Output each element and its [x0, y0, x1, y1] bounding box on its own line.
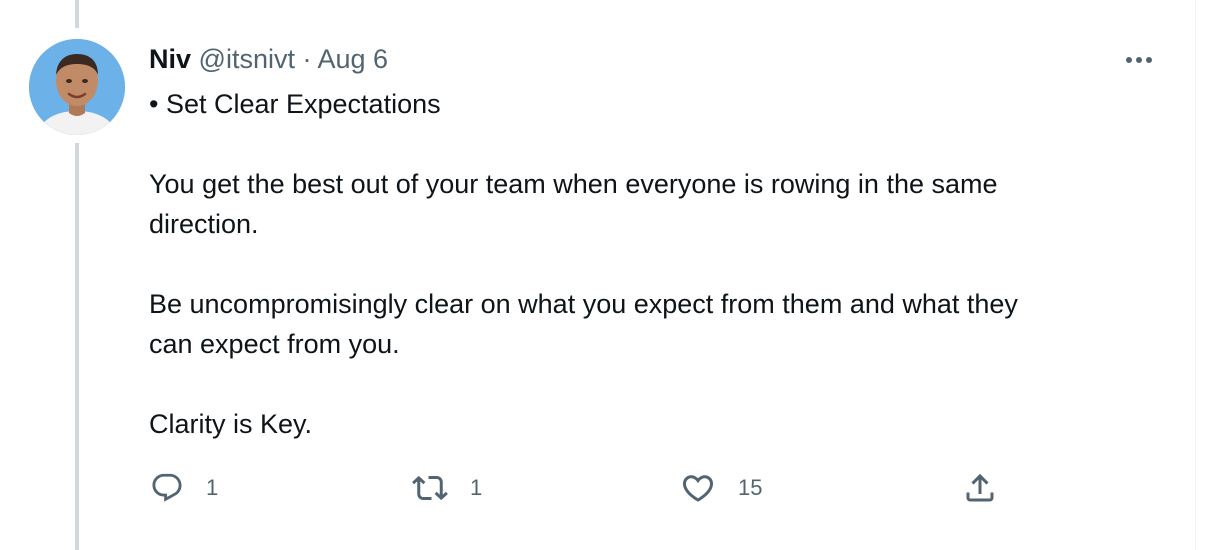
tweet-paragraph: Be uncompromisingly clear on what you ex… [149, 284, 1159, 364]
share-icon [966, 473, 994, 502]
thread-line-top [75, 0, 79, 28]
reply-button[interactable]: 1 [150, 468, 218, 508]
reply-icon [152, 473, 182, 502]
tweet-actions: 1 1 15 [0, 468, 1214, 508]
reply-count: 1 [206, 475, 219, 500]
tweet-line: You get the best out of your team when e… [149, 169, 998, 199]
tweet-paragraph: Clarity is Key. [149, 404, 1159, 444]
retweet-icon [412, 475, 448, 501]
tweet-date[interactable]: Aug 6 [318, 44, 389, 74]
heart-icon [682, 475, 714, 502]
tweet-paragraph: You get the best out of your team when e… [149, 164, 1159, 244]
like-button[interactable]: 15 [680, 468, 762, 508]
retweet-count: 1 [470, 475, 483, 500]
tweet-line: direction. [149, 209, 259, 239]
author-handle[interactable]: @itsnivt [199, 44, 295, 74]
tweet-line: • Set Clear Expectations [149, 89, 441, 119]
header-separator: · [302, 44, 312, 74]
tweet-text: • Set Clear Expectations You get the bes… [149, 84, 1159, 444]
tweet-line: Clarity is Key. [149, 409, 313, 439]
tweet-line: can expect from you. [149, 329, 400, 359]
tweet-paragraph: • Set Clear Expectations [149, 84, 1159, 124]
tweet-header: Niv @itsnivt · Aug 6 [149, 41, 388, 77]
retweet-button[interactable]: 1 [412, 468, 482, 508]
tweet-line: Be uncompromisingly clear on what you ex… [149, 289, 1018, 319]
more-horizontal-icon [1126, 57, 1152, 63]
like-count: 15 [738, 475, 763, 500]
share-button[interactable] [962, 468, 998, 508]
more-button[interactable] [1121, 42, 1157, 78]
author-name[interactable]: Niv [149, 44, 191, 74]
avatar[interactable] [29, 39, 125, 135]
